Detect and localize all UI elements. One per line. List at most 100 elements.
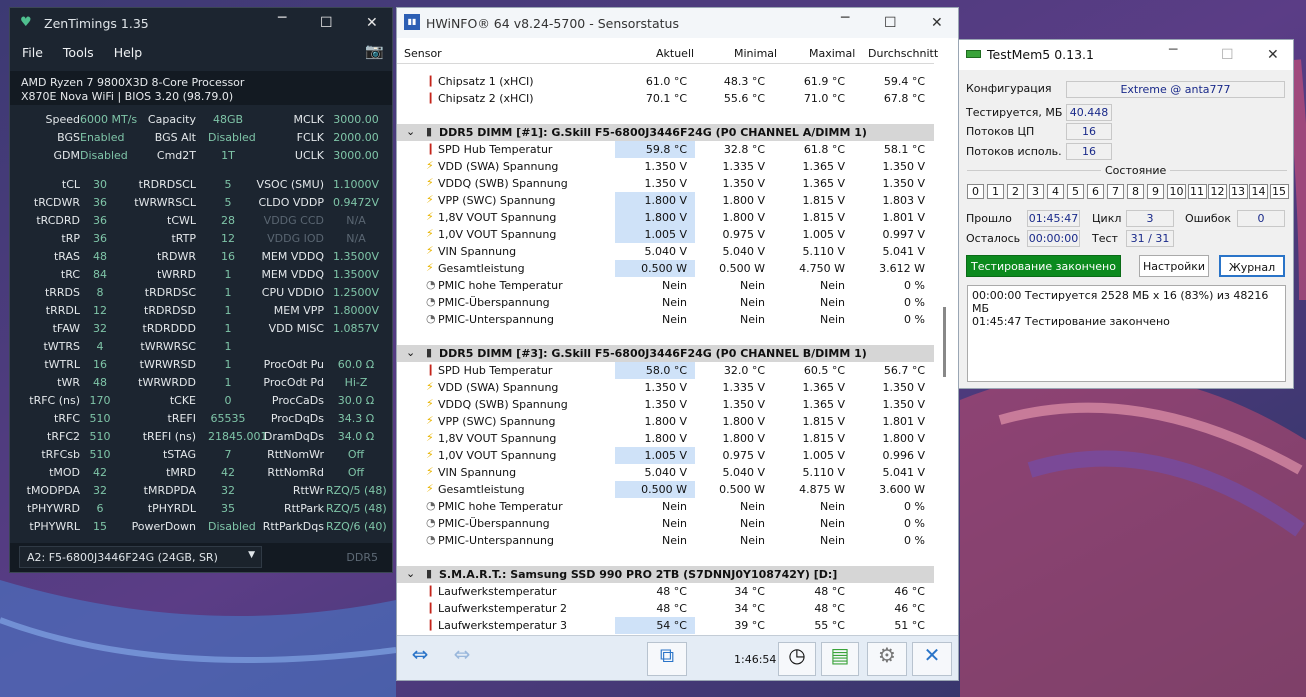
log-panel[interactable]: 00:00:00 Тестируется 2528 МБ x 16 (83%) … xyxy=(967,285,1286,382)
col-sensor[interactable]: Sensor xyxy=(404,47,442,60)
expand-arrows-icon[interactable]: ⇔ xyxy=(401,642,439,676)
sensor-row[interactable]: ⚡ 1,8V VOUT Spannung 1.800 V 1.800 V 1.815 V… xyxy=(397,430,934,447)
screenshot-camera-icon[interactable]: 📷 xyxy=(365,42,384,60)
thermometer-icon: ❙ xyxy=(426,618,436,631)
timing-label: tPHYRDL xyxy=(147,502,196,515)
sensor-row[interactable]: ❙ Laufwerkstemperatur 2 48 °C 34 °C 48 °C 46 … xyxy=(397,600,934,617)
sensor-row[interactable]: ⚡ VDDQ (SWB) Spannung 1.350 V 1.350 V 1.365 … xyxy=(397,175,934,192)
sensor-row[interactable]: ◔ PMIC-Überspannung Nein Nein Nein 0 % xyxy=(397,515,934,532)
status-button[interactable]: Тестирование закончено xyxy=(966,255,1121,277)
add-report-icon[interactable]: ▤ xyxy=(821,642,859,676)
hw-titlebar[interactable]: ▮▮ HWiNFO® 64 v8.24-5700 - Sensorstatus … xyxy=(397,8,958,38)
sensor-row[interactable]: ⚡ VIN Spannung 5.040 V 5.040 V 5.110 V 5.041 … xyxy=(397,464,934,481)
chevron-down-icon[interactable]: ⌄ xyxy=(406,125,415,138)
maximize-icon[interactable]: ☐ xyxy=(1221,47,1234,63)
network-icon[interactable]: ⧉ xyxy=(647,642,687,676)
sensor-value: 1.801 V xyxy=(882,415,925,428)
sensor-group-header[interactable]: ⌄ ▮ S.M.A.R.T.: Samsung SSD 990 PRO 2TB (S… xyxy=(397,566,934,583)
sensor-row[interactable]: ⚡ 1,0V VOUT Spannung 1.005 V 0.975 V 1.005 V… xyxy=(397,226,934,243)
sensor-row[interactable]: ◔ PMIC hohe Temperatur Nein Nein Nein 0 % xyxy=(397,277,934,294)
timing-value: 12 xyxy=(221,232,235,245)
gauge-icon: ◔ xyxy=(426,516,436,529)
sensor-row[interactable]: ❙ Laufwerkstemperatur 3 54 °C 39 °C 55 °C 51 … xyxy=(397,617,934,634)
chevron-down-icon[interactable]: ⌄ xyxy=(406,346,415,359)
timing-value: 16 xyxy=(93,358,107,371)
sensor-row[interactable]: ◔ PMIC-Unterspannung Nein Nein Nein 0 % xyxy=(397,532,934,549)
collapse-arrows-icon[interactable]: ⇔ xyxy=(443,642,481,676)
close-icon[interactable]: ✕ xyxy=(366,15,378,31)
sensor-row[interactable]: ◔ PMIC-Überspannung Nein Nein Nein 0 % xyxy=(397,294,934,311)
sensor-value: 60.5 °C xyxy=(803,364,845,377)
sensor-value: 0 % xyxy=(904,296,925,309)
timing-label: tWRRD xyxy=(157,268,196,281)
sensor-scrollbar[interactable] xyxy=(935,65,958,635)
sensor-row[interactable]: ◔ PMIC-Unterspannung Nein Nein Nein 0 % xyxy=(397,311,934,328)
sensor-row[interactable]: ⚡ VDDQ (SWB) Spannung 1.350 V 1.350 V 1.365 … xyxy=(397,396,934,413)
sensor-row[interactable]: ⚡ VDD (SWA) Spannung 1.350 V 1.335 V 1.365 V… xyxy=(397,158,934,175)
zen-titlebar[interactable]: ♥ ZenTimings 1.35 ─ ☐ ✕ xyxy=(10,8,392,38)
module-select[interactable]: A2: F5-6800J3446F24G (24GB, SR) ▼ xyxy=(19,546,262,568)
sensor-value: 1.365 V xyxy=(802,177,845,190)
sensor-row[interactable]: ⚡ Gesamtleistung 0.500 W 0.500 W 4.875 W 3.60… xyxy=(397,481,934,498)
ddr-type: DDR5 xyxy=(346,551,378,564)
menu-file[interactable]: File xyxy=(22,45,43,60)
timing-value: 6 xyxy=(96,502,104,515)
sensor-row[interactable]: ⚡ VDD (SWA) Spannung 1.350 V 1.335 V 1.365 V… xyxy=(397,379,934,396)
sensor-row[interactable]: ⚡ VPP (SWC) Spannung 1.800 V 1.800 V 1.815 V… xyxy=(397,413,934,430)
sensor-row[interactable]: ❙ Chipsatz 2 (xHCI) 70.1 °C 55.6 °C 71.0 °C 6… xyxy=(397,90,934,107)
timing-label: tWR xyxy=(57,376,80,389)
sensor-list[interactable]: ❙ Chipsatz 1 (xHCI) 61.0 °C 48.3 °C 61.9 °C 5… xyxy=(397,65,934,635)
sensor-row[interactable]: ⚡ 1,0V VOUT Spannung 1.005 V 0.975 V 1.005 V… xyxy=(397,447,934,464)
timing-label: tMRDPDA xyxy=(143,484,196,497)
settings-button[interactable]: Настройки xyxy=(1139,255,1209,277)
maximize-icon[interactable]: ☐ xyxy=(320,15,333,31)
scrollbar-thumb[interactable] xyxy=(943,307,946,377)
chevron-down-icon[interactable]: ⌄ xyxy=(406,567,415,580)
sensor-row[interactable]: ❙ Chipsatz 1 (xHCI) 61.0 °C 48.3 °C 61.9 °C 5… xyxy=(397,73,934,90)
timing-value: 32 xyxy=(93,322,107,335)
col-minimal[interactable]: Minimal xyxy=(734,47,777,60)
settings-gear-icon[interactable]: ⚙ xyxy=(867,642,907,676)
test-label: Тест xyxy=(1092,232,1118,245)
sensor-row[interactable]: ❙ Laufwerkstemperatur 48 °C 34 °C 48 °C 46 °C xyxy=(397,583,934,600)
cfg-value[interactable]: Extreme @ anta777 xyxy=(1066,81,1285,98)
sensor-row[interactable]: ◔ PMIC hohe Temperatur Nein Nein Nein 0 % xyxy=(397,498,934,515)
clock-icon[interactable]: ◷ xyxy=(778,642,816,676)
sensor-value: 1.350 V xyxy=(882,160,925,173)
tm-titlebar[interactable]: TestMem5 0.13.1 ─ ☐ ✕ xyxy=(959,40,1293,70)
timing-value: 1.0857V xyxy=(332,322,379,335)
sensor-value: 48 °C xyxy=(814,585,845,598)
col-maximal[interactable]: Maximal xyxy=(809,47,855,60)
menu-help[interactable]: Help xyxy=(114,45,143,60)
sensor-group-header[interactable]: ⌄ ▮ DDR5 DIMM [#3]: G.Skill F5-6800J3446F2… xyxy=(397,345,934,362)
close-icon[interactable]: ✕ xyxy=(1267,47,1279,63)
sensor-row[interactable]: ⚡ VIN Spannung 5.040 V 5.040 V 5.110 V 5.041 … xyxy=(397,243,934,260)
sensor-group-header[interactable]: ⌄ ▮ DDR5 DIMM [#1]: G.Skill F5-6800J3446F2… xyxy=(397,124,934,141)
col-aktuell[interactable]: Aktuell xyxy=(656,47,694,60)
maximize-icon[interactable]: ☐ xyxy=(884,15,897,31)
minimize-icon[interactable]: ─ xyxy=(1169,42,1177,58)
sensor-row[interactable]: ⚡ Gesamtleistung 0.500 W 0.500 W 4.750 W 3.61… xyxy=(397,260,934,277)
sensor-row[interactable]: ⚡ 1,8V VOUT Spannung 1.800 V 1.800 V 1.815 V… xyxy=(397,209,934,226)
sensor-row[interactable]: ❙ SPD Hub Temperatur 58.0 °C 32.0 °C 60.5 °C… xyxy=(397,362,934,379)
close-x-icon[interactable]: ✕ xyxy=(912,642,952,676)
sensor-row[interactable]: ⚡ VPP (SWC) Spannung 1.800 V 1.800 V 1.815 V… xyxy=(397,192,934,209)
menu-tools[interactable]: Tools xyxy=(63,45,94,60)
minimize-icon[interactable]: ─ xyxy=(278,10,286,26)
gauge-icon: ◔ xyxy=(426,295,436,308)
log-button[interactable]: Журнал xyxy=(1219,255,1285,277)
threads-value: 16 xyxy=(1066,123,1112,140)
timing-value: 8 xyxy=(96,286,104,299)
zen-app-icon: ♥ xyxy=(20,15,32,30)
col-durchschnitt[interactable]: Durchschnitt xyxy=(868,47,938,60)
sensor-value: 34 °C xyxy=(734,585,765,598)
sensor-value: 0.997 V xyxy=(882,228,925,241)
sensor-row[interactable]: ❙ SPD Hub Temperatur 59.8 °C 32.8 °C 61.8 °C… xyxy=(397,141,934,158)
timing-value: 0 xyxy=(224,394,232,407)
minimize-icon[interactable]: ─ xyxy=(841,10,849,26)
timing-value: 6000 MT/s xyxy=(80,113,138,126)
timing-value: 36 xyxy=(93,196,107,209)
sensor-name: VPP (SWC) Spannung xyxy=(438,415,556,428)
close-icon[interactable]: ✕ xyxy=(931,15,943,31)
timing-value: 32 xyxy=(93,484,107,497)
